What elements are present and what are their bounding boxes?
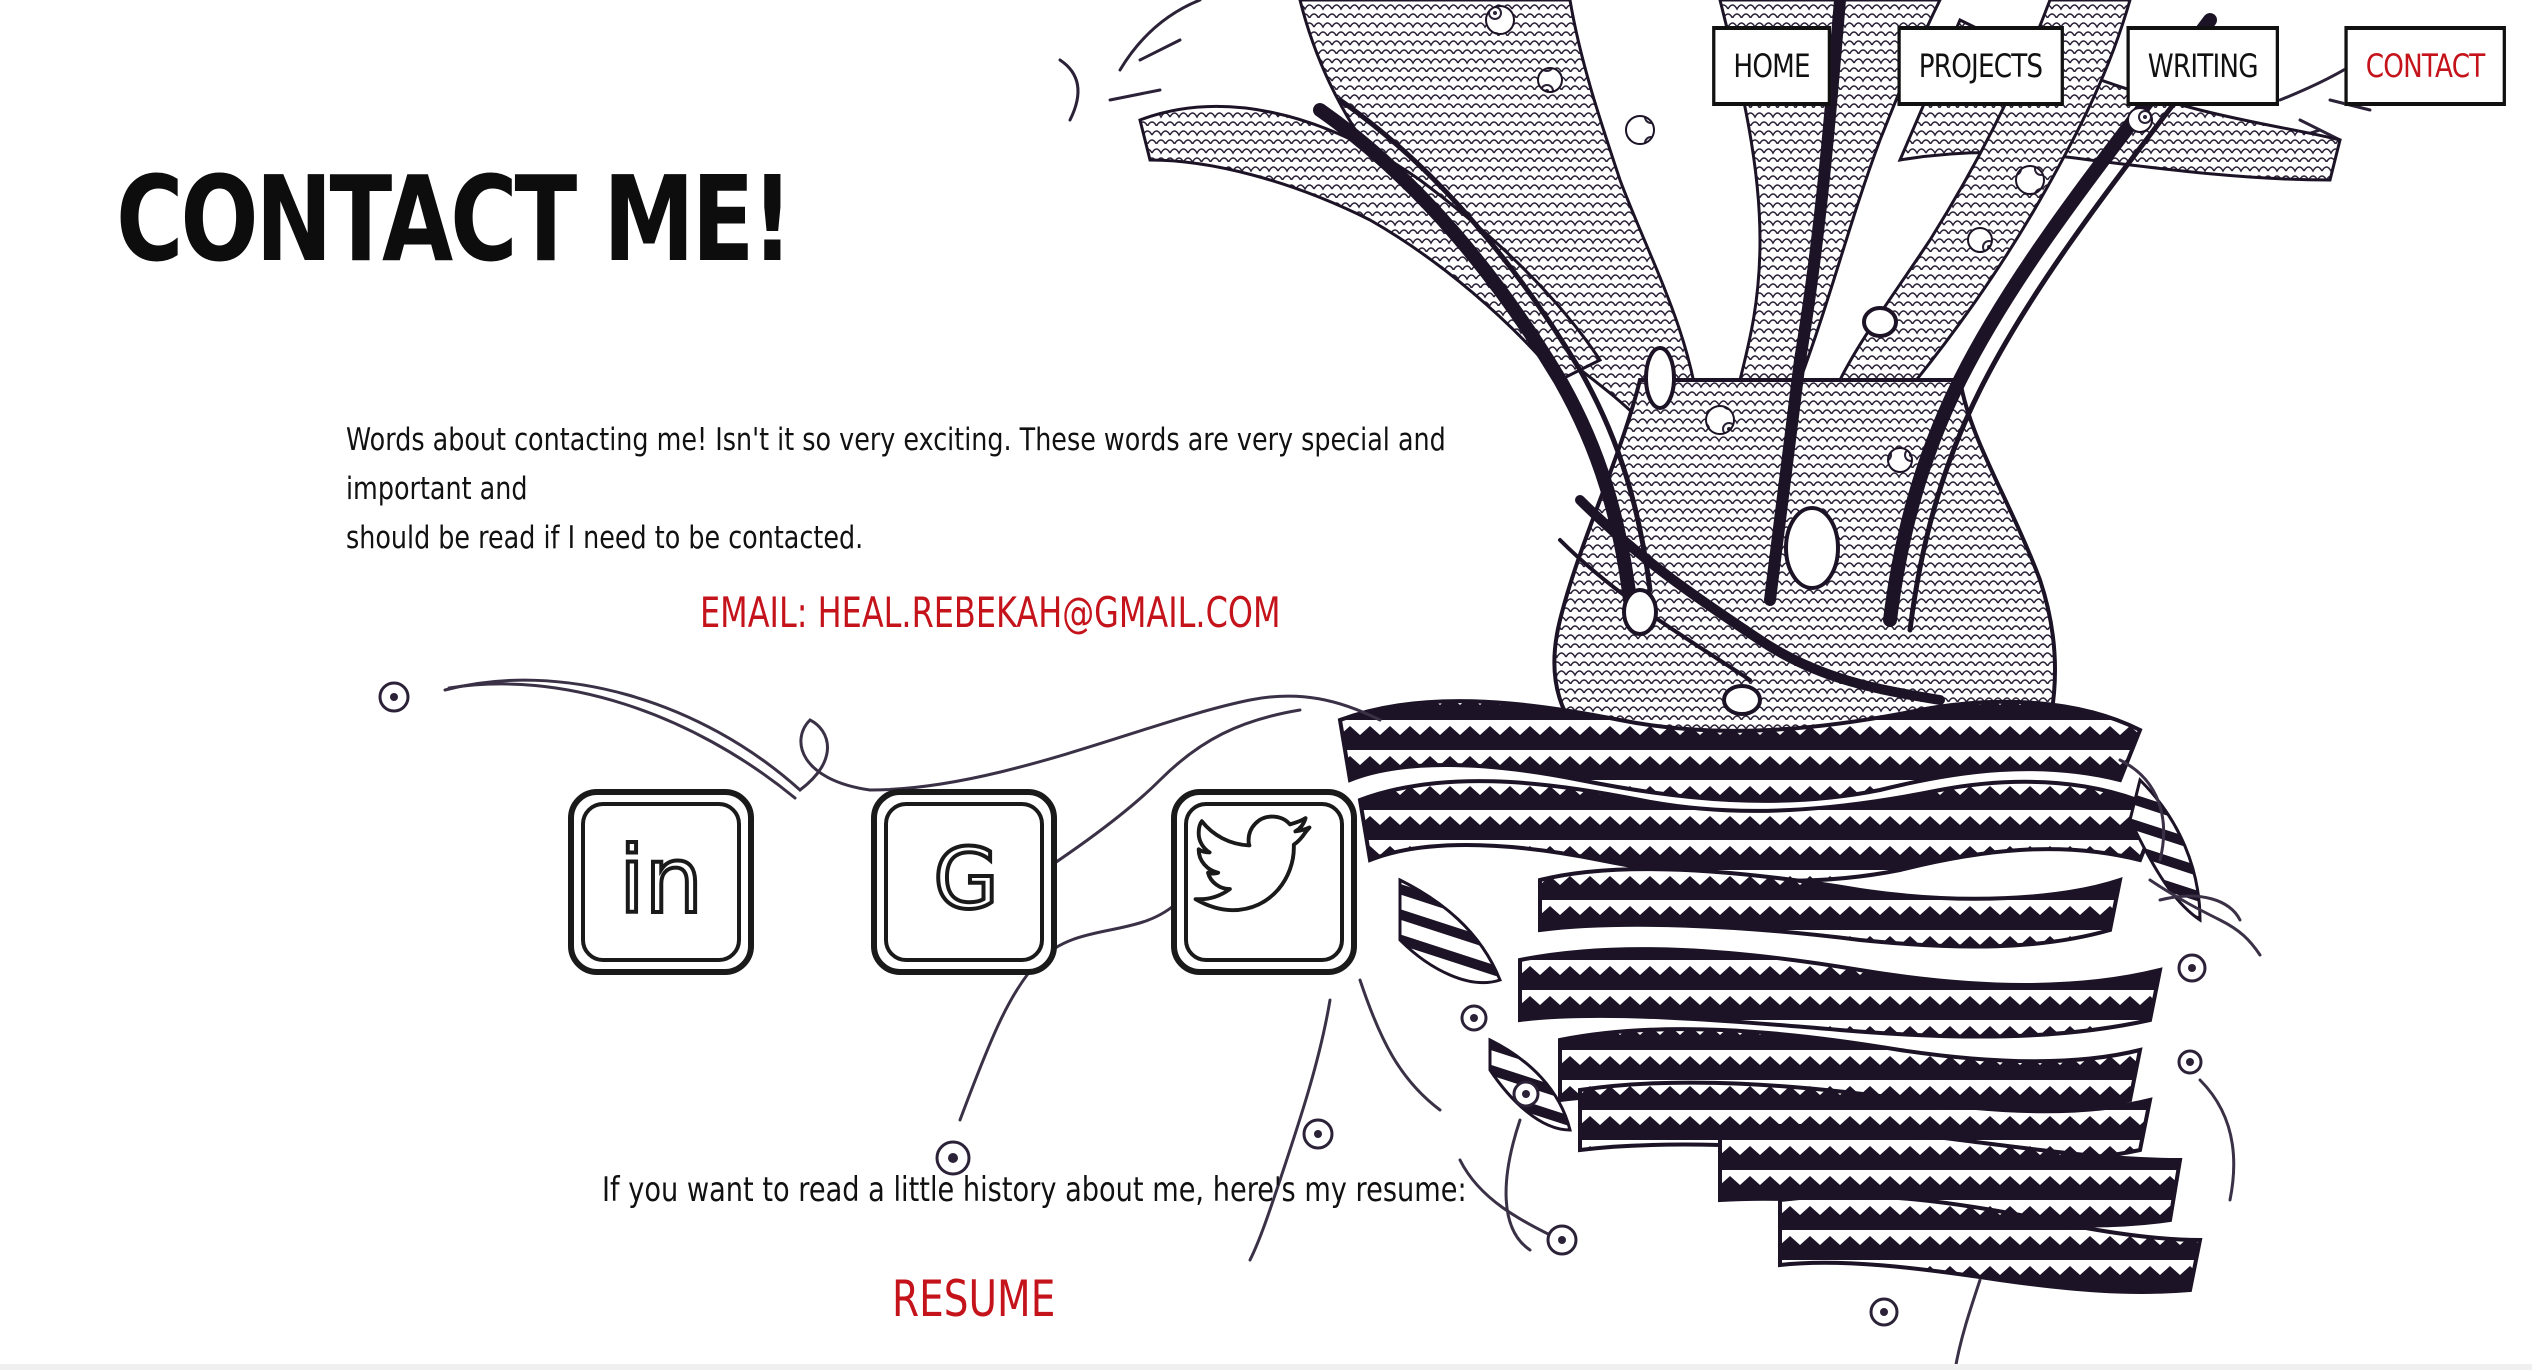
linkedin-icon: in xyxy=(568,789,754,975)
contact-page: HOME PROJECTS WRITING CONTACT CONTACT ME… xyxy=(0,0,2532,1370)
intro-line-2: should be read if I need to be contacted… xyxy=(346,520,864,556)
google-button[interactable]: G xyxy=(868,786,1060,978)
linkedin-glyph: in xyxy=(619,827,703,934)
email-link[interactable]: EMAIL: HEAL.REBEKAH@GMAIL.COM xyxy=(700,588,1281,637)
nav-contact-button[interactable]: CONTACT xyxy=(2344,26,2506,106)
nav-writing-button[interactable]: WRITING xyxy=(2126,26,2280,106)
nav-home-button[interactable]: HOME xyxy=(1711,26,1831,106)
page-title: CONTACT ME! xyxy=(116,150,793,288)
twitter-button[interactable] xyxy=(1168,786,1360,978)
main-nav: HOME PROJECTS WRITING CONTACT xyxy=(1686,26,2506,106)
google-glyph: G xyxy=(933,830,998,928)
resume-link[interactable]: RESUME xyxy=(892,1270,1055,1328)
google-icon: G xyxy=(871,789,1057,975)
intro-text: Words about contacting me! Isn't it so v… xyxy=(346,416,1494,563)
footer-divider xyxy=(0,1364,2532,1370)
intro-line-1: Words about contacting me! Isn't it so v… xyxy=(346,422,1446,507)
linkedin-button[interactable]: in xyxy=(565,786,757,978)
nav-projects-button[interactable]: PROJECTS xyxy=(1897,26,2064,106)
twitter-icon xyxy=(1171,789,1357,975)
resume-intro-text: If you want to read a little history abo… xyxy=(602,1170,1467,1210)
